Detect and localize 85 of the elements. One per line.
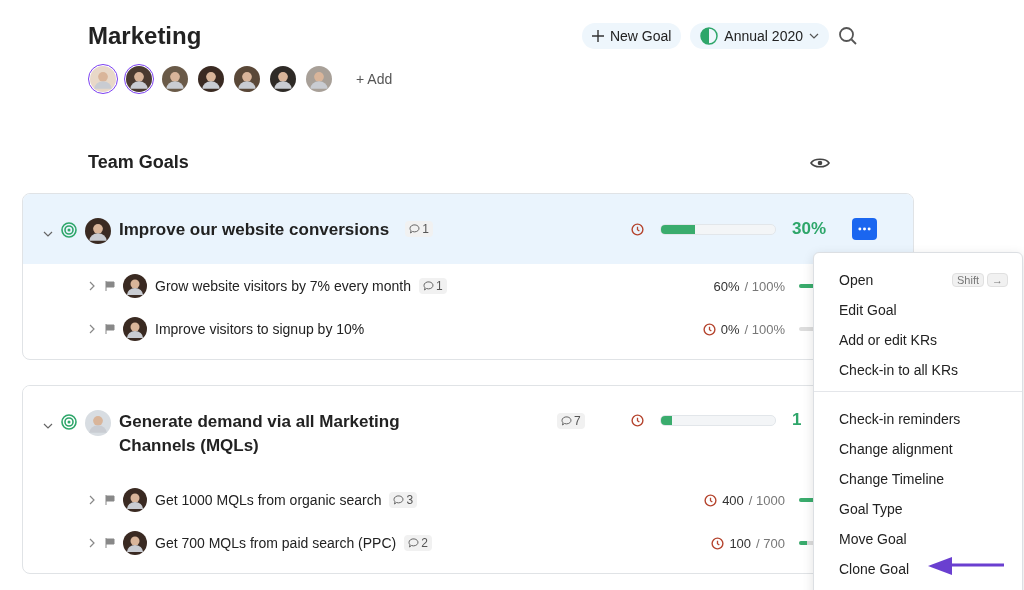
flag-icon	[105, 324, 115, 334]
progress-percent: 1	[792, 410, 803, 430]
shortcut-key: Shift	[952, 273, 984, 287]
menu-item[interactable]: Check-in to all KRs	[814, 355, 1022, 385]
menu-item[interactable]: Change Timeline	[814, 464, 1022, 494]
menu-item[interactable]: Clone Goal	[814, 554, 1022, 584]
chevron-icon[interactable]	[87, 324, 97, 334]
clock-icon	[704, 493, 718, 507]
menu-item[interactable]: Edit Goal	[814, 295, 1022, 325]
member-avatar[interactable]	[196, 64, 226, 94]
clock-icon	[711, 536, 725, 550]
flag-icon	[105, 495, 115, 505]
chevron-icon[interactable]	[87, 538, 97, 548]
search-icon[interactable]	[838, 26, 858, 46]
comment-count[interactable]: 2	[404, 535, 432, 551]
menu-item[interactable]: Goal Type	[814, 494, 1022, 524]
member-avatar[interactable]	[124, 64, 154, 94]
plus-icon	[591, 30, 604, 42]
comment-icon	[561, 416, 572, 426]
member-avatar[interactable]	[160, 64, 190, 94]
avatar	[162, 66, 188, 92]
flag-icon	[105, 281, 115, 291]
comment-icon	[393, 495, 405, 505]
caret-icon	[809, 31, 819, 41]
clock-icon	[631, 222, 644, 236]
avatar	[85, 410, 111, 436]
shortcut-key: →	[987, 273, 1008, 287]
current-value: 100	[729, 535, 752, 551]
chevron-icon[interactable]	[87, 495, 97, 505]
section-title: Team Goals	[88, 152, 189, 173]
menu-item[interactable]: Open Shift →	[814, 265, 1022, 295]
current-value: 60%	[713, 278, 740, 294]
eye-icon[interactable]	[810, 155, 830, 170]
key-result-title[interactable]: Grow website visitors by 7% every month	[155, 278, 411, 294]
page-title: Marketing	[88, 22, 202, 50]
comment-count[interactable]: 1	[419, 278, 447, 294]
avatar	[126, 66, 152, 92]
key-result-title[interactable]: Improve visitors to signup by 10%	[155, 321, 365, 337]
current-value: 0%	[720, 321, 740, 337]
menu-item[interactable]: Move Goal	[814, 524, 1022, 554]
dots-icon	[858, 227, 871, 231]
current-value: 400	[722, 492, 744, 508]
target-value: / 700	[756, 535, 785, 551]
avatar	[123, 317, 147, 341]
avatar	[306, 66, 332, 92]
comment-count[interactable]: 7	[557, 413, 585, 429]
half-circle-icon	[700, 27, 719, 45]
avatar	[123, 531, 147, 555]
menu-item[interactable]: Add or edit KRs	[814, 325, 1022, 355]
avatar	[85, 218, 111, 244]
menu-item[interactable]: Check-in reminders	[814, 404, 1022, 434]
key-result-title[interactable]: Get 700 MQLs from paid search (PPC)	[155, 535, 397, 551]
avatar	[234, 66, 260, 92]
chevron-icon[interactable]	[43, 421, 53, 431]
target-value: / 100%	[744, 278, 785, 294]
comment-icon	[408, 538, 420, 548]
menu-item[interactable]: Change alignment	[814, 434, 1022, 464]
member-avatar[interactable]	[268, 64, 298, 94]
comment-icon	[409, 224, 421, 234]
clock-icon	[702, 322, 716, 336]
new-goal-button[interactable]: New Goal	[581, 23, 682, 49]
flag-icon	[105, 538, 115, 548]
goal-title[interactable]: Generate demand via all Marketing Channels (MQLs)	[119, 410, 479, 458]
avatar	[198, 66, 224, 92]
goal-title[interactable]: Improve our website conversions	[119, 218, 390, 242]
avatar	[90, 66, 116, 92]
target-icon	[61, 414, 77, 430]
clock-icon	[631, 413, 644, 427]
avatar	[123, 488, 147, 512]
key-result-title[interactable]: Get 1000 MQLs from organic search	[155, 492, 382, 508]
progress-percent: 30%	[792, 219, 828, 239]
more-button[interactable]	[852, 218, 877, 240]
comment-count[interactable]: 3	[389, 492, 418, 508]
avatar	[123, 274, 147, 298]
target-icon	[61, 222, 77, 238]
chevron-icon[interactable]	[43, 229, 53, 239]
member-avatar[interactable]	[232, 64, 262, 94]
comment-count[interactable]: 1	[405, 221, 433, 237]
period-dropdown[interactable]: Annual 2020	[690, 23, 829, 49]
chevron-icon[interactable]	[87, 281, 97, 291]
comment-icon	[423, 281, 434, 291]
add-member-link[interactable]: + Add	[356, 71, 393, 87]
avatar	[270, 66, 296, 92]
target-value: / 1000	[748, 492, 785, 508]
target-value: / 100%	[744, 321, 785, 337]
